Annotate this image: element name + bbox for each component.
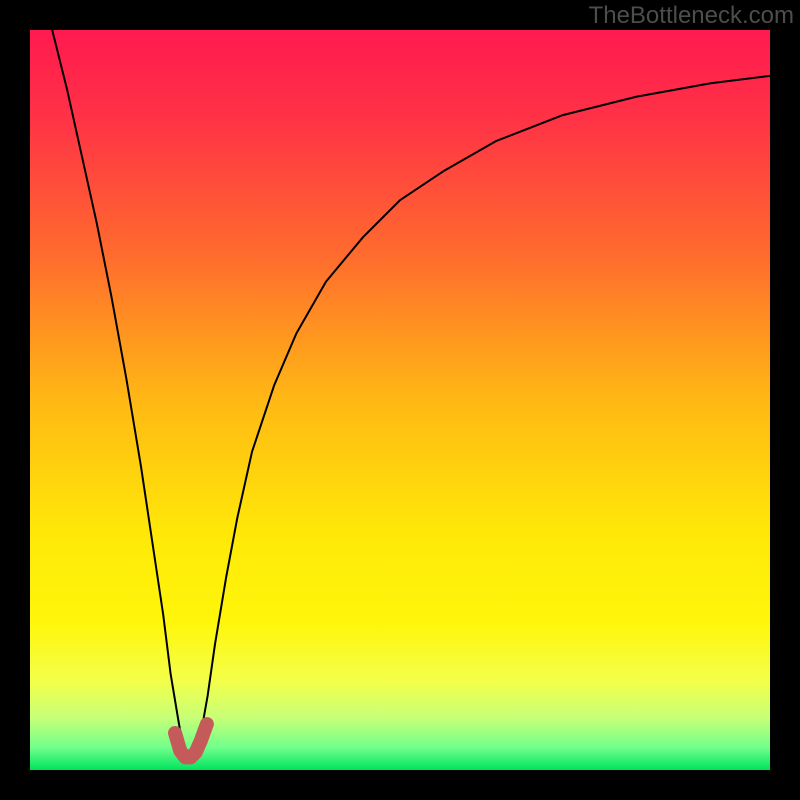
plot-area	[30, 30, 770, 770]
chart-svg	[30, 30, 770, 770]
watermark-text: TheBottleneck.com	[589, 2, 794, 30]
gradient-background	[30, 30, 770, 770]
chart-container: TheBottleneck.com	[0, 0, 800, 800]
